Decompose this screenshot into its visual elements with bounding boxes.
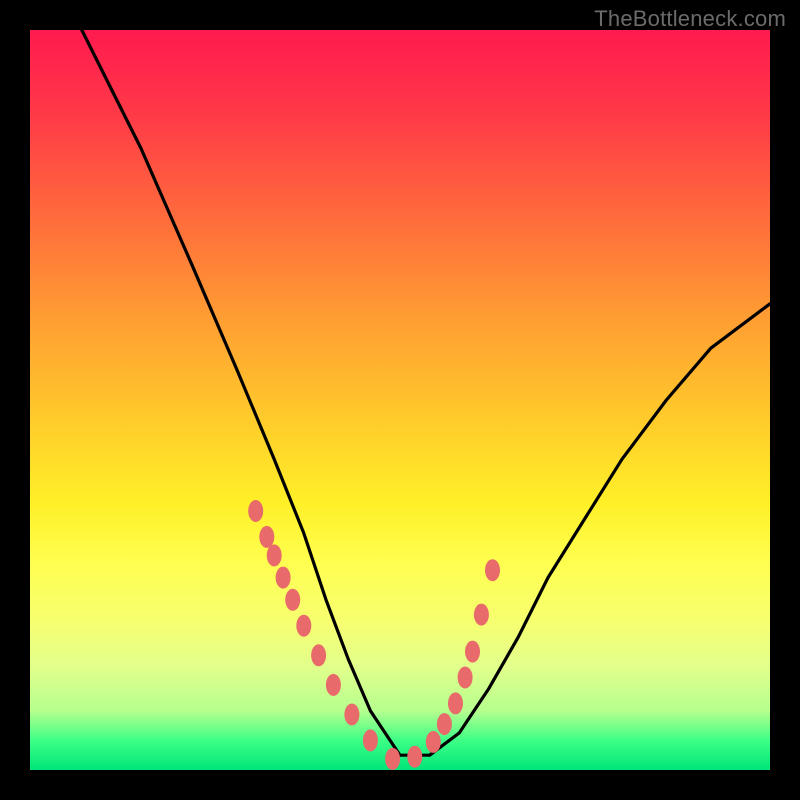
sample-point (276, 567, 291, 589)
sample-point (344, 704, 359, 726)
sample-point (385, 748, 400, 770)
sample-point (407, 746, 422, 768)
sample-point (426, 731, 441, 753)
sample-point (259, 526, 274, 548)
sample-point (311, 644, 326, 666)
sample-point (448, 692, 463, 714)
sample-point (465, 641, 480, 663)
sample-point (437, 713, 452, 735)
sample-point (267, 544, 282, 566)
sample-point (248, 500, 263, 522)
chart-frame: TheBottleneck.com (0, 0, 800, 800)
sample-point (363, 729, 378, 751)
sample-point (326, 674, 341, 696)
sample-point (285, 589, 300, 611)
sample-point (474, 604, 489, 626)
sample-point (485, 559, 500, 581)
sample-point (458, 667, 473, 689)
bottleneck-curve-path (82, 30, 770, 755)
watermark-text: TheBottleneck.com (594, 6, 786, 32)
curve-layer (30, 30, 770, 770)
sample-point (296, 615, 311, 637)
plot-area (30, 30, 770, 770)
